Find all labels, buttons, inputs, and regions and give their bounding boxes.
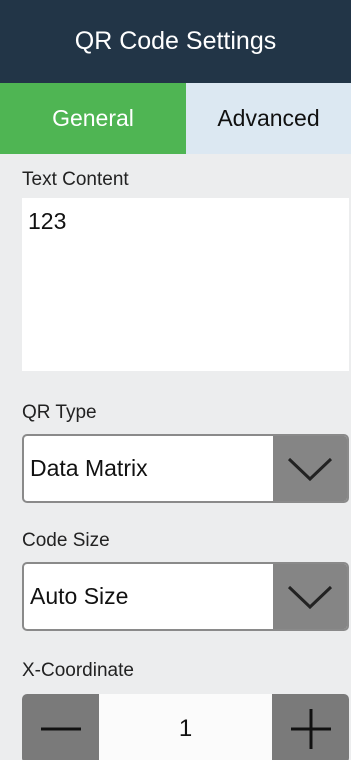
qr-type-label: QR Type xyxy=(22,402,97,423)
code-size-value: Auto Size xyxy=(30,583,129,609)
x-coordinate-stepper: 1 xyxy=(22,694,349,760)
general-settings: Text Content 123 QR Type Data Matrix Cod… xyxy=(0,170,351,760)
decrement-button[interactable] xyxy=(22,694,99,760)
code-size-dropdown-button[interactable] xyxy=(273,564,347,629)
tab-general[interactable]: General xyxy=(0,83,186,154)
x-coordinate-label: X-Coordinate xyxy=(22,660,134,681)
chevron-down-icon xyxy=(287,585,333,609)
text-content-label: Text Content xyxy=(22,169,129,190)
tab-advanced-label: Advanced xyxy=(217,105,320,131)
panel-title: QR Code Settings xyxy=(74,27,277,55)
panel-header: QR Code Settings xyxy=(0,0,351,83)
qr-type-value: Data Matrix xyxy=(30,455,148,481)
tab-advanced[interactable]: Advanced xyxy=(186,83,351,154)
code-size-select[interactable]: Auto Size xyxy=(22,562,349,631)
qr-settings-panel: QR Code Settings General Advanced Text C… xyxy=(0,0,351,760)
chevron-down-icon xyxy=(287,457,333,481)
qr-type-dropdown-button[interactable] xyxy=(273,436,347,501)
x-coordinate-input[interactable]: 1 xyxy=(99,694,272,760)
tab-general-label: General xyxy=(52,105,134,131)
text-content-field[interactable]: 123 xyxy=(22,198,349,371)
qr-type-select[interactable]: Data Matrix xyxy=(22,434,349,503)
tab-bar: General Advanced xyxy=(0,83,351,154)
plus-icon xyxy=(290,708,331,749)
increment-button[interactable] xyxy=(272,694,349,760)
minus-icon xyxy=(40,727,81,730)
code-size-label: Code Size xyxy=(22,530,110,551)
